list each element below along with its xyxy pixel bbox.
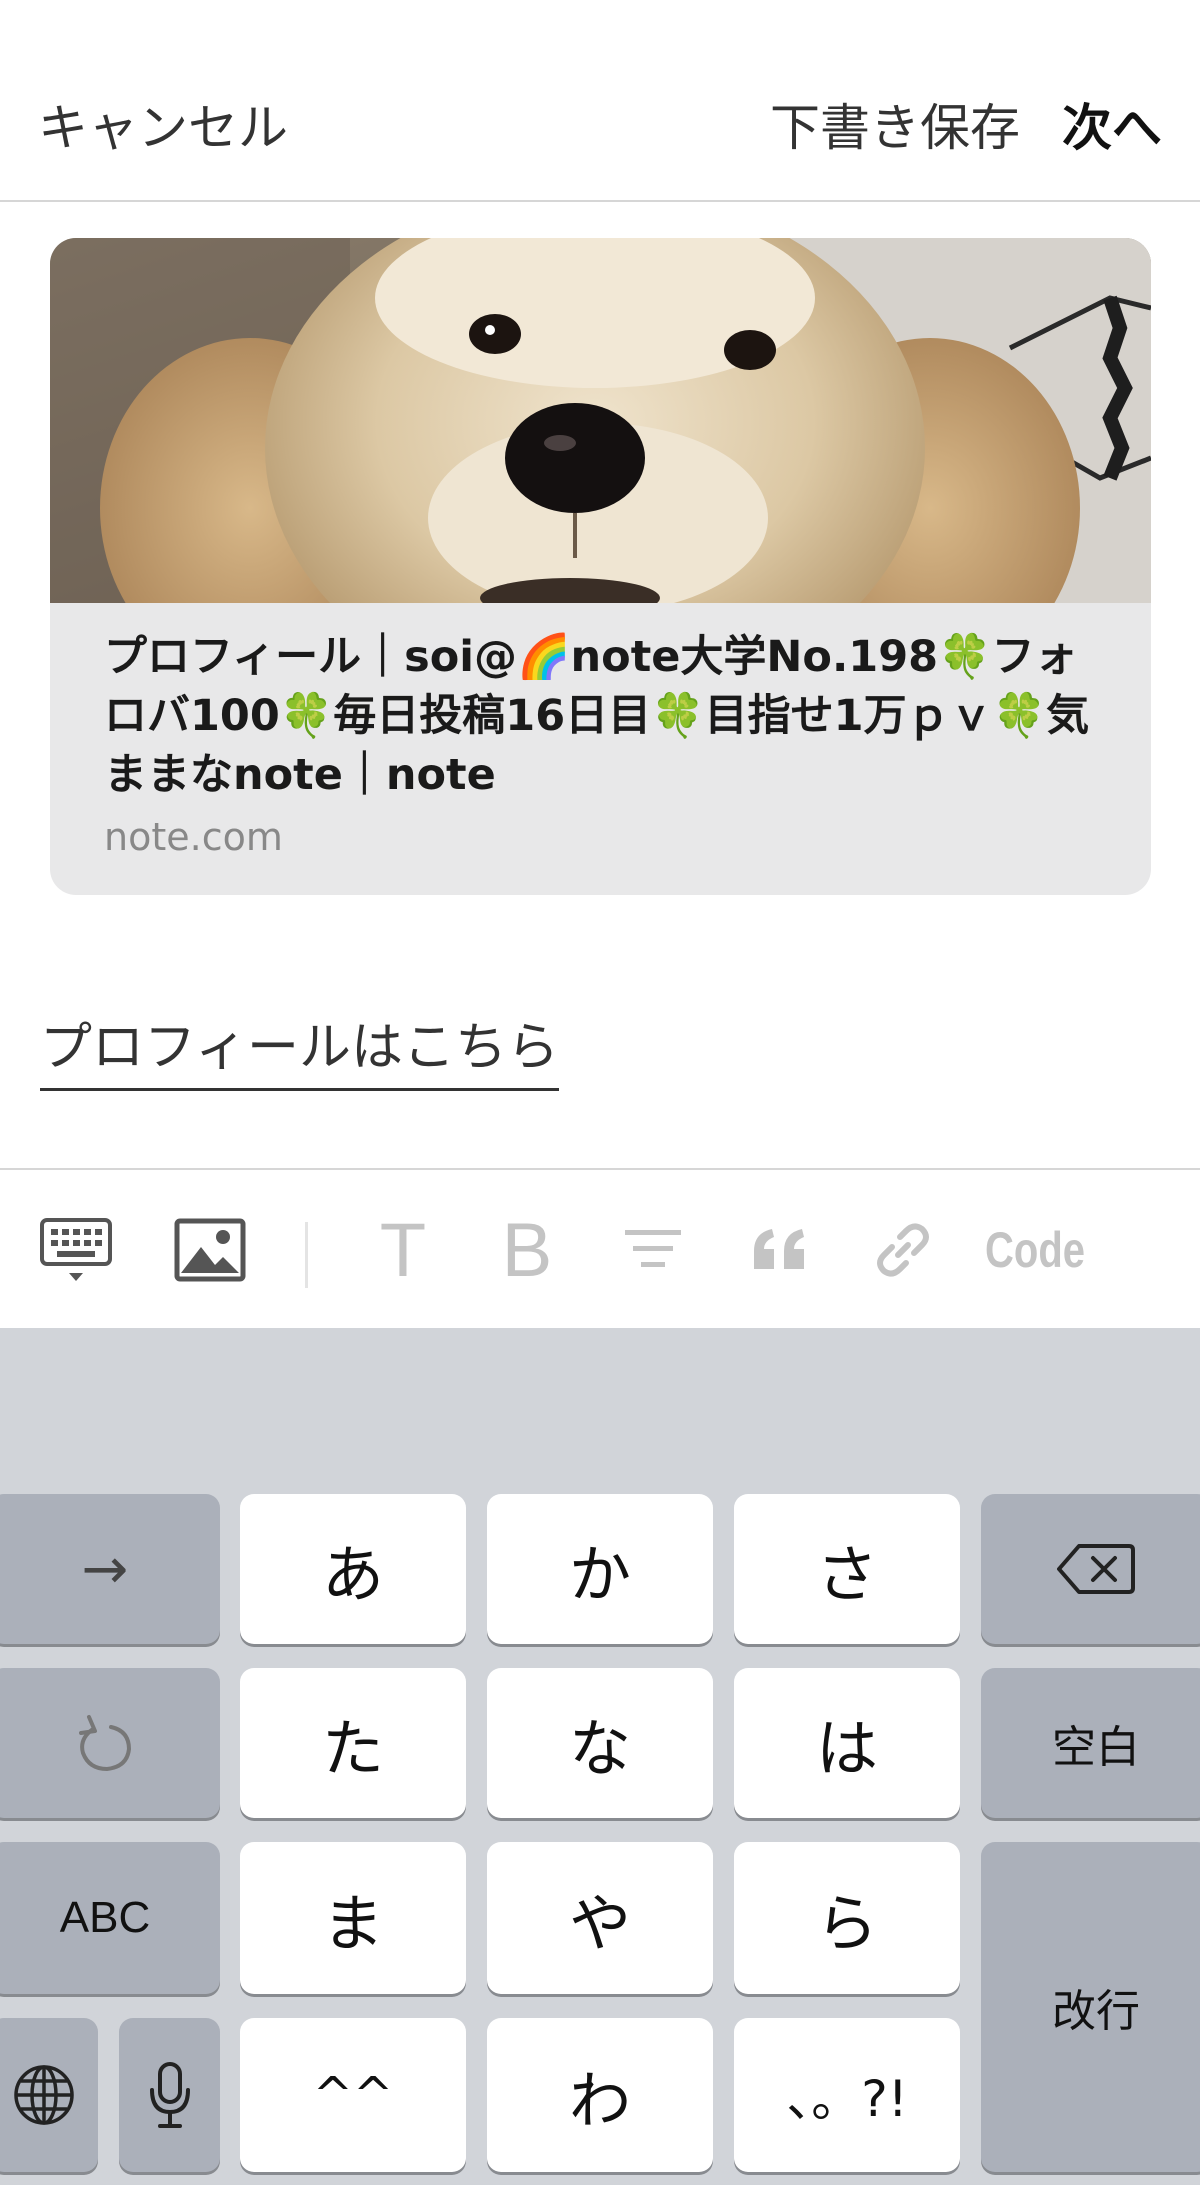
bold-icon[interactable]: B <box>492 1206 562 1294</box>
arrow-right-icon: → <box>81 1536 129 1602</box>
undo-icon <box>79 1715 132 1772</box>
key-emoticon[interactable]: ^^ <box>240 2018 466 2172</box>
undo-key[interactable] <box>0 1668 220 1818</box>
keyboard-icon[interactable] <box>38 1206 114 1294</box>
key-ya[interactable]: や <box>487 1842 713 1994</box>
text-heading-icon[interactable]: T <box>368 1206 438 1294</box>
delete-icon <box>1057 1544 1135 1594</box>
save-draft-button[interactable]: 下書き保存 <box>770 96 1020 160</box>
key-sa[interactable]: さ <box>734 1494 960 1644</box>
key-ma[interactable]: ま <box>240 1842 466 1994</box>
key-na[interactable]: な <box>487 1668 713 1818</box>
next-button[interactable]: 次へ <box>1062 96 1162 160</box>
card-title: プロフィール｜soi@🌈note大学No.198🍀フォロバ100🍀毎日投稿16日… <box>104 632 1090 800</box>
key-a[interactable]: あ <box>240 1494 466 1644</box>
key-arrow-right[interactable]: → <box>0 1494 220 1644</box>
key-ha[interactable]: は <box>734 1668 960 1818</box>
abc-key[interactable]: ABC <box>0 1842 220 1994</box>
align-icon[interactable] <box>618 1206 688 1294</box>
key-punctuation[interactable]: 、。?! <box>734 2018 960 2172</box>
quote-icon[interactable] <box>745 1206 815 1294</box>
key-wa[interactable]: わ <box>487 2018 713 2172</box>
card-thumbnail-dog-photo <box>50 238 1151 603</box>
microphone-icon <box>149 2062 190 2128</box>
link-icon[interactable] <box>868 1206 938 1294</box>
image-icon[interactable] <box>170 1206 250 1294</box>
formatting-toolbar: T B Code <box>0 1168 1200 1328</box>
code-button[interactable]: Code <box>985 1206 1085 1294</box>
microphone-key[interactable] <box>119 2018 220 2172</box>
globe-icon <box>14 2065 74 2125</box>
card-text: プロフィール｜soi@🌈note大学No.198🍀フォロバ100🍀毎日投稿16日… <box>104 628 1114 859</box>
cancel-button[interactable]: キャンセル <box>38 96 288 160</box>
globe-key[interactable] <box>0 2018 98 2172</box>
space-key[interactable]: 空白 <box>981 1668 1200 1818</box>
editor-header: キャンセル 下書き保存 次へ <box>0 0 1200 202</box>
profile-link-text[interactable]: プロフィールはこちら <box>40 1012 559 1091</box>
link-card[interactable]: プロフィール｜soi@🌈note大学No.198🍀フォロバ100🍀毎日投稿16日… <box>50 238 1151 895</box>
key-ta[interactable]: た <box>240 1668 466 1818</box>
delete-key[interactable] <box>981 1494 1200 1644</box>
toolbar-separator <box>305 1222 308 1288</box>
card-domain: note.com <box>104 815 283 859</box>
return-key[interactable]: 改行 <box>981 1842 1200 2172</box>
key-ra[interactable]: ら <box>734 1842 960 1994</box>
japanese-kana-keyboard: → あ か さ た な は 空白 ABC ま や ら 改行 ^^ わ 、。?! <box>0 1328 1200 2185</box>
key-ka[interactable]: か <box>487 1494 713 1644</box>
